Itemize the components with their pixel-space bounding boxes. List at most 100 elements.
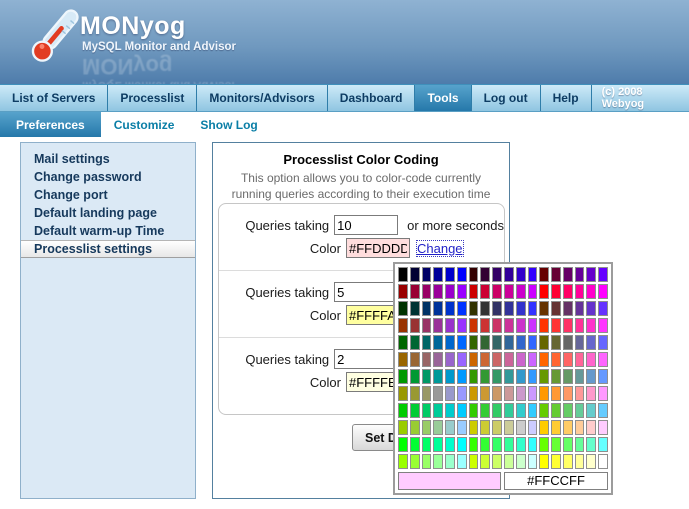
color-swatch[interactable] [457,403,467,418]
color-swatch[interactable] [551,420,561,435]
color-swatch[interactable] [457,284,467,299]
color-swatch[interactable] [410,301,420,316]
color-swatch[interactable] [445,335,455,350]
color-swatch[interactable] [563,335,573,350]
color-swatch[interactable] [539,284,549,299]
color-swatch[interactable] [563,301,573,316]
color-swatch[interactable] [410,284,420,299]
nav-tab-help[interactable]: Help [541,85,592,111]
color-swatch[interactable] [492,284,502,299]
color-swatch[interactable] [410,454,420,469]
color-swatch[interactable] [398,267,408,282]
color-swatch[interactable] [598,335,608,350]
color-swatch[interactable] [445,318,455,333]
color-swatch[interactable] [480,454,490,469]
color-swatch[interactable] [575,267,585,282]
change-color-link[interactable]: Change [417,241,463,256]
seconds-input[interactable] [334,215,398,235]
color-swatch[interactable] [504,454,514,469]
color-swatch[interactable] [528,352,538,367]
color-swatch[interactable] [480,335,490,350]
color-swatch[interactable] [563,420,573,435]
color-swatch[interactable] [480,301,490,316]
color-swatch[interactable] [539,267,549,282]
color-swatch[interactable] [516,454,526,469]
color-swatch[interactable] [445,267,455,282]
color-swatch[interactable] [539,318,549,333]
color-swatch[interactable] [575,437,585,452]
color-swatch[interactable] [516,403,526,418]
color-swatch[interactable] [563,386,573,401]
sidebar-item-default-landing-page[interactable]: Default landing page [21,204,195,222]
color-swatch[interactable] [528,335,538,350]
nav-tab-dashboard[interactable]: Dashboard [328,85,416,111]
color-swatch[interactable] [586,318,596,333]
color-swatch[interactable] [528,284,538,299]
color-swatch[interactable] [539,403,549,418]
color-swatch[interactable] [457,335,467,350]
color-swatch[interactable] [492,437,502,452]
color-swatch[interactable] [457,267,467,282]
color-swatch[interactable] [539,335,549,350]
color-swatch[interactable] [398,386,408,401]
color-swatch[interactable] [563,403,573,418]
color-swatch[interactable] [598,386,608,401]
color-swatch[interactable] [528,420,538,435]
color-swatch[interactable] [575,454,585,469]
color-swatch[interactable] [516,267,526,282]
color-swatch[interactable] [422,454,432,469]
color-swatch[interactable] [398,454,408,469]
color-swatch[interactable] [551,403,561,418]
color-swatch[interactable] [422,318,432,333]
color-swatch[interactable] [516,335,526,350]
color-swatch[interactable] [469,335,479,350]
color-swatch[interactable] [422,437,432,452]
color-swatch[interactable] [422,420,432,435]
color-swatch[interactable] [598,284,608,299]
color-swatch[interactable] [398,318,408,333]
color-swatch[interactable] [563,437,573,452]
color-swatch[interactable] [457,420,467,435]
color-swatch[interactable] [551,369,561,384]
sidebar-item-change-password[interactable]: Change password [21,168,195,186]
color-swatch[interactable] [445,403,455,418]
subnav-tab-show-log[interactable]: Show Log [187,112,270,137]
color-swatch[interactable] [480,284,490,299]
color-swatch[interactable] [528,267,538,282]
color-swatch[interactable] [433,284,443,299]
color-swatch[interactable] [598,403,608,418]
color-swatch[interactable] [563,369,573,384]
color-swatch[interactable] [445,386,455,401]
color-swatch[interactable] [410,267,420,282]
color-swatch[interactable] [480,386,490,401]
hex-value-field[interactable]: #FFCCFF [504,472,608,490]
color-hex-input[interactable] [346,238,410,258]
color-swatch[interactable] [469,352,479,367]
color-swatch[interactable] [422,335,432,350]
color-swatch[interactable] [457,318,467,333]
color-swatch[interactable] [422,284,432,299]
color-swatch[interactable] [528,318,538,333]
color-swatch[interactable] [433,335,443,350]
color-swatch[interactable] [480,437,490,452]
color-swatch[interactable] [504,267,514,282]
color-swatch[interactable] [551,318,561,333]
color-swatch[interactable] [469,403,479,418]
color-swatch[interactable] [398,301,408,316]
color-swatch[interactable] [410,386,420,401]
color-swatch[interactable] [480,420,490,435]
seconds-input[interactable] [334,282,398,302]
color-swatch[interactable] [445,301,455,316]
color-swatch[interactable] [504,318,514,333]
nav-tab-list-of-servers[interactable]: List of Servers [0,85,108,111]
color-swatch[interactable] [598,420,608,435]
nav-tab-processlist[interactable]: Processlist [108,85,197,111]
color-swatch[interactable] [516,352,526,367]
color-swatch[interactable] [575,386,585,401]
color-swatch[interactable] [457,437,467,452]
color-swatch[interactable] [457,386,467,401]
color-swatch[interactable] [575,420,585,435]
color-swatch[interactable] [445,352,455,367]
nav-tab-monitors-advisors[interactable]: Monitors/Advisors [197,85,327,111]
color-swatch[interactable] [539,386,549,401]
